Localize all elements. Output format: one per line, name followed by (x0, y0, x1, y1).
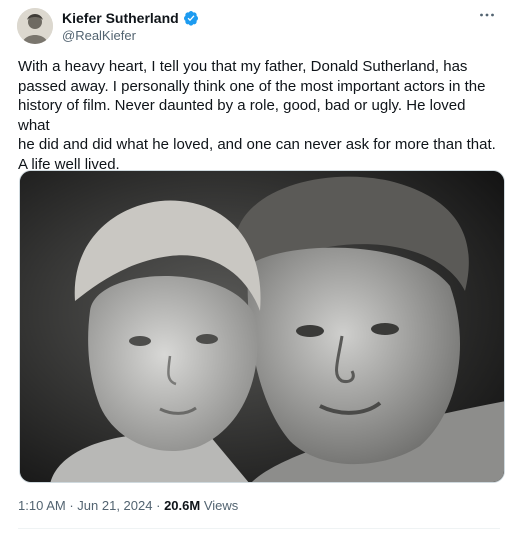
tweet-text: With a heavy heart, I tell you that my f… (18, 58, 496, 173)
author-block: Kiefer Sutherland @RealKiefer (62, 8, 199, 43)
tweet-time[interactable]: 1:10 AM (18, 498, 66, 513)
verified-badge-icon (183, 10, 199, 26)
more-horizontal-icon (480, 13, 494, 17)
tweet-photo[interactable] (19, 170, 505, 483)
divider (18, 528, 500, 529)
display-name[interactable]: Kiefer Sutherland (62, 10, 179, 26)
tweet-date[interactable]: Jun 21, 2024 (77, 498, 152, 513)
meta-separator: · (69, 498, 74, 513)
views-label: Views (203, 498, 239, 513)
views-count: 20.6M (164, 498, 201, 513)
name-row: Kiefer Sutherland (62, 8, 199, 27)
tweet-meta: 1:10 AM · Jun 21, 2024 · 20.6M Views (18, 498, 238, 513)
tweet-card: Kiefer Sutherland @RealKiefer With a hea… (0, 0, 510, 538)
handle[interactable]: @RealKiefer (62, 28, 199, 43)
meta-separator: · (156, 498, 161, 513)
avatar[interactable] (17, 8, 53, 44)
more-button[interactable] (476, 6, 498, 24)
